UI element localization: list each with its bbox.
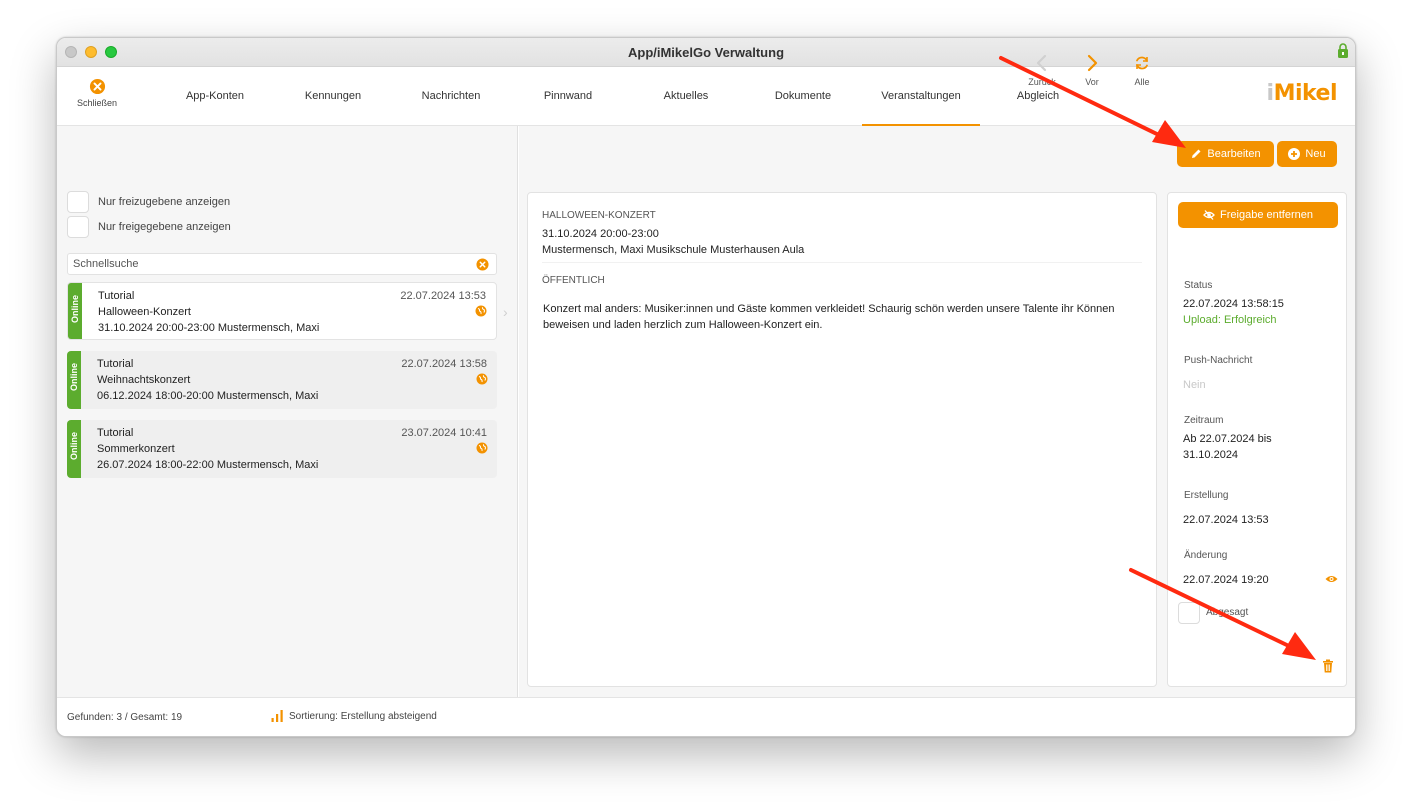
eye-slash-icon: [1203, 210, 1215, 220]
event-meta-card: Freigabe entfernen Status 22.07.2024 13:…: [1167, 192, 1347, 687]
cancelled-label: Abgesagt: [1206, 607, 1249, 618]
filter-unreleased-label: Nur freizugebene anzeigen: [98, 196, 231, 208]
online-status-badge: Online: [67, 351, 81, 409]
lock-icon: [1338, 43, 1348, 58]
close-circle-icon: [89, 78, 105, 95]
push-label: Push-Nachricht: [1184, 355, 1253, 366]
tab-nachrichten[interactable]: Nachrichten: [410, 67, 492, 126]
sort-label: Sortierung: Erstellung absteigend: [289, 710, 437, 722]
status-time: 22.07.2024 13:58:15: [1183, 298, 1284, 310]
app-window: App/iMikelGo Verwaltung Schließen App-Ko…: [56, 37, 1356, 737]
back-button[interactable]: Zurück: [1022, 54, 1062, 87]
all-label: Alle: [1134, 77, 1150, 87]
new-button[interactable]: Neu: [1277, 141, 1337, 167]
refresh-icon: [1136, 56, 1148, 70]
event-list-pane: Nur freizugebene anzeigen Nur freigegebe…: [57, 126, 518, 697]
event-created-date: 23.07.2024 10:41: [401, 427, 487, 439]
upload-status: Upload: Erfolgreich: [1183, 314, 1277, 326]
tab-app-konten[interactable]: App-Konten: [174, 67, 256, 126]
tab-aktuelles[interactable]: Aktuelles: [645, 67, 727, 126]
event-datetime: 31.10.2024 20:00-23:00: [542, 228, 659, 240]
online-status-badge: Online: [68, 283, 82, 339]
quick-search[interactable]: [67, 253, 497, 275]
filter-released-row[interactable]: Nur freigegebene anzeigen: [67, 216, 231, 238]
event-category: Tutorial: [97, 427, 134, 439]
event-detail-card: HALLOWEEN-KONZERT 31.10.2024 20:00-23:00…: [527, 192, 1157, 687]
back-label: Zurück: [1028, 77, 1056, 87]
chevron-right-icon: ›: [503, 304, 508, 320]
close-label: Schließen: [76, 98, 118, 108]
remove-release-label: Freigabe entfernen: [1220, 209, 1313, 221]
all-button[interactable]: Alle: [1122, 54, 1162, 87]
chevron-left-icon: [1036, 54, 1047, 72]
close-button[interactable]: Schließen: [69, 78, 125, 108]
event-category: Tutorial: [98, 290, 135, 302]
event-info: 06.12.2024 18:00-20:00 Mustermensch, Max…: [97, 390, 319, 402]
event-title: Halloween-Konzert: [98, 306, 191, 318]
list-item[interactable]: Online Tutorial Sommerkonzert 26.07.2024…: [67, 420, 497, 478]
status-bar: Gefunden: 3 / Gesamt: 19 Sortierung: Ers…: [57, 697, 1355, 736]
logo-i: i: [1266, 81, 1275, 106]
event-created-date: 22.07.2024 13:53: [400, 290, 486, 302]
filter-unreleased-checkbox[interactable]: [67, 191, 89, 213]
cancelled-checkbox[interactable]: [1178, 602, 1200, 624]
search-input[interactable]: [68, 254, 468, 274]
period-value: Ab 22.07.2024 bis 31.10.2024: [1183, 433, 1272, 461]
created-value: 22.07.2024 13:53: [1183, 514, 1269, 526]
logo-text: Mikel: [1273, 81, 1338, 106]
pencil-icon: [1192, 149, 1201, 158]
event-category: Tutorial: [97, 358, 134, 370]
eye-icon[interactable]: [1325, 574, 1338, 584]
changed-label: Änderung: [1184, 550, 1228, 561]
tab-dokumente[interactable]: Dokumente: [762, 67, 844, 126]
imikel-logo: iMikel: [1266, 81, 1338, 106]
globe-icon: [476, 442, 488, 454]
event-title: Weihnachtskonzert: [97, 374, 191, 386]
tab-kennungen[interactable]: Kennungen: [292, 67, 374, 126]
sort-button[interactable]: Sortierung: Erstellung absteigend: [271, 710, 437, 722]
tab-veranstaltungen[interactable]: Veranstaltungen: [862, 67, 980, 126]
status-label: Status: [1184, 280, 1213, 291]
clear-search-icon[interactable]: [476, 258, 489, 271]
plus-circle-icon: [1288, 148, 1301, 160]
event-heading: HALLOWEEN-KONZERT: [542, 210, 656, 221]
divider: [542, 262, 1142, 263]
event-location: Mustermensch, Maxi Musikschule Musterhau…: [542, 244, 805, 256]
event-created-date: 22.07.2024 13:58: [401, 358, 487, 370]
changed-value: 22.07.2024 19:20: [1183, 574, 1269, 586]
new-label: Neu: [1305, 148, 1326, 160]
list-item[interactable]: Online Tutorial Weihnachtskonzert 06.12.…: [67, 351, 497, 409]
created-label: Erstellung: [1184, 490, 1229, 501]
edit-label: Bearbeiten: [1207, 148, 1261, 160]
trash-icon[interactable]: [1322, 659, 1334, 673]
push-value: Nein: [1183, 379, 1206, 391]
remove-release-button[interactable]: Freigabe entfernen: [1178, 202, 1338, 228]
edit-button[interactable]: Bearbeiten: [1177, 141, 1274, 167]
online-status-badge: Online: [67, 420, 81, 478]
event-title: Sommerkonzert: [97, 443, 175, 455]
period-label: Zeitraum: [1184, 415, 1224, 426]
tab-pinnwand[interactable]: Pinnwand: [527, 67, 609, 126]
sort-bars-icon: [271, 710, 283, 722]
next-label: Vor: [1085, 77, 1099, 87]
next-button[interactable]: Vor: [1072, 54, 1112, 87]
event-info: 26.07.2024 18:00-22:00 Mustermensch, Max…: [97, 459, 319, 471]
event-info: 31.10.2024 20:00-23:00 Mustermensch, Max…: [98, 322, 320, 334]
filter-released-label: Nur freigegebene anzeigen: [98, 221, 231, 233]
chevron-right-icon: [1087, 54, 1098, 72]
list-item[interactable]: Online Tutorial Halloween-Konzert 31.10.…: [67, 282, 497, 340]
globe-icon: [475, 305, 487, 317]
globe-icon: [476, 373, 488, 385]
event-description: Konzert mal anders: Musiker:innen und Gä…: [543, 303, 1115, 331]
filter-unreleased-row[interactable]: Nur freizugebene anzeigen: [67, 191, 230, 213]
filter-released-checkbox[interactable]: [67, 216, 89, 238]
event-visibility: ÖFFENTLICH: [542, 275, 605, 286]
found-count: Gefunden: 3 / Gesamt: 19: [67, 712, 183, 723]
